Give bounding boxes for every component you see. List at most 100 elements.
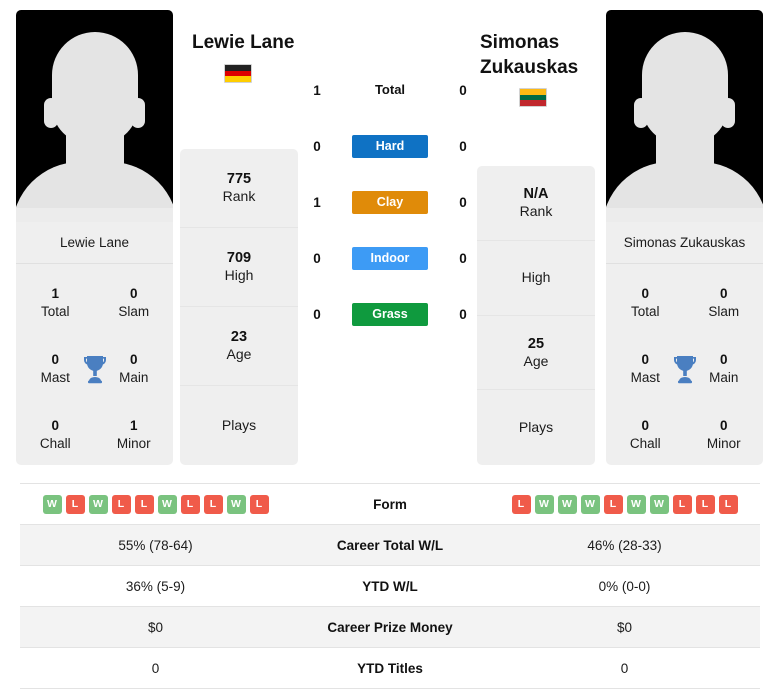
form-badge-right-0: L	[511, 494, 531, 514]
h2h-right-score: 0	[459, 306, 467, 322]
player-name-text-left: Lewie Lane	[192, 32, 295, 53]
form-badge-right-8: L	[695, 494, 715, 514]
titles-row: 1 Total 0 Slam	[16, 270, 173, 336]
info-card-left: 775 Rank 709 High 23 Age Plays	[180, 149, 298, 465]
form-badges-left: WLWLLWLLWL	[20, 494, 291, 514]
stat-label: Total	[630, 304, 660, 319]
surface-pill-clay[interactable]: Clay	[352, 190, 428, 214]
cell-right: 0	[620, 660, 629, 676]
stat-value: 1	[51, 285, 59, 301]
stat-total-left: 1 Total	[16, 285, 95, 321]
surface-pill-indoor[interactable]: Indoor	[352, 246, 428, 270]
stat-label: Minor	[116, 436, 151, 451]
h2h-row-indoor: 0 Indoor 0	[300, 230, 480, 286]
table-row-career-prize-money: $0 Career Prize Money $0	[20, 607, 760, 648]
form-badge-left-6: L	[180, 494, 200, 514]
titles-stats-right: 0 Total 0 Slam 0 Mast 0 Main 0 Chall 0 M…	[606, 264, 763, 465]
h2h-top-region: Lewie Lane 1 Total 0 Slam 0 Mast 0 Main …	[0, 0, 779, 470]
player-card-right: Simonas Zukauskas 0 Total 0 Slam 0 Mast	[606, 10, 763, 465]
info-high-right: High	[477, 241, 595, 316]
info-label: Rank	[222, 188, 256, 205]
info-card-right: N/A Rank High 25 Age Plays	[477, 166, 595, 465]
h2h-row-grass: 0 Grass 0	[300, 286, 480, 342]
trophy-icon	[83, 356, 106, 384]
row-label: YTD Titles	[357, 660, 423, 676]
info-value: 709	[226, 250, 252, 267]
cell-right: 0% (0-0)	[598, 578, 651, 594]
form-badge-left-3: L	[111, 494, 131, 514]
row-label: Career Prize Money	[327, 619, 453, 635]
info-label: Plays	[221, 416, 257, 433]
h2h-row-clay: 1 Clay 0	[300, 174, 480, 230]
stat-minor-right: 0 Minor	[685, 417, 764, 453]
info-label: Age	[523, 352, 549, 369]
player-name-text-right-line1: Simonas	[480, 32, 560, 53]
stat-chall-right: 0 Chall	[606, 417, 685, 453]
info-plays-right: Plays	[477, 390, 595, 465]
titles-row: 0 Chall 1 Minor	[16, 402, 173, 465]
form-badge-left-4: L	[134, 494, 154, 514]
player-name-left[interactable]: Lewie Lane	[192, 30, 332, 55]
titles-row: 0 Mast 0 Main	[16, 336, 173, 402]
form-badge-left-0: W	[42, 494, 62, 514]
avatar-ear-left-icon	[634, 98, 648, 128]
stat-value: 0	[641, 417, 649, 433]
trophy-icon	[673, 356, 696, 384]
stat-label: Total	[40, 304, 70, 319]
form-badge-right-4: L	[603, 494, 623, 514]
form-badge-right-5: W	[626, 494, 646, 514]
form-badge-left-1: L	[65, 494, 85, 514]
h2h-right-score: 0	[459, 194, 467, 210]
form-badge-right-2: W	[557, 494, 577, 514]
info-value: N/A	[523, 186, 549, 203]
lithuania-flag-icon	[519, 88, 547, 107]
stat-value: 1	[129, 417, 138, 433]
h2h-left-score: 0	[313, 250, 321, 266]
info-value: 25	[527, 335, 545, 352]
player-photo-left	[16, 10, 173, 222]
h2h-surface-cell: Indoor	[334, 246, 446, 270]
info-label: Age	[226, 346, 252, 363]
info-age-left: 23 Age	[180, 307, 298, 386]
h2h-surface-label: Total	[374, 82, 406, 97]
stat-value: 0	[641, 285, 649, 301]
h2h-left-score: 1	[313, 82, 321, 98]
info-label: High	[224, 267, 254, 284]
stat-value: 0	[719, 285, 728, 301]
stat-minor-left: 1 Minor	[95, 417, 174, 453]
info-label: Rank	[519, 203, 553, 220]
stat-slam-right: 0 Slam	[685, 285, 764, 321]
stat-value: 0	[719, 417, 728, 433]
h2h-surface-cell: Clay	[334, 190, 446, 214]
info-plays-left: Plays	[180, 386, 298, 465]
surface-pill-hard[interactable]: Hard	[352, 134, 428, 158]
titles-stats-left: 1 Total 0 Slam 0 Mast 0 Main 0 Chall 1 M…	[16, 264, 173, 465]
surface-pill-grass[interactable]: Grass	[352, 302, 428, 326]
form-badge-left-7: L	[203, 494, 223, 514]
info-label: Plays	[518, 418, 554, 435]
player-photo-right	[606, 10, 763, 222]
info-label: High	[521, 268, 551, 285]
info-rank-right: N/A Rank	[477, 166, 595, 241]
row-label: Career Total W/L	[336, 537, 444, 553]
cell-right: 46% (28-33)	[587, 537, 662, 553]
stat-value: 0	[129, 285, 138, 301]
stat-value: 0	[51, 417, 59, 433]
stat-slam-left: 0 Slam	[95, 285, 174, 321]
player-name-right[interactable]: Simonas Zukauskas	[480, 30, 610, 80]
info-value: 23	[230, 329, 248, 346]
form-badge-right-3: W	[580, 494, 600, 514]
h2h-right-score: 0	[459, 82, 467, 98]
stat-chall-left: 0 Chall	[16, 417, 95, 453]
h2h-row-hard: 0 Hard 0	[300, 118, 480, 174]
player-card-name-right: Simonas Zukauskas	[606, 222, 763, 264]
form-badge-right-1: W	[534, 494, 554, 514]
h2h-surface-cell: Total	[334, 81, 446, 99]
head-to-head-breakdown: 1 Total 0 0 Hard 0 1 Clay 0 0 Indoor 0 0…	[300, 62, 480, 342]
stat-label: Chall	[629, 436, 661, 451]
info-value: 775	[226, 171, 252, 188]
info-high-left: 709 High	[180, 228, 298, 307]
cell-left: 36% (5-9)	[125, 578, 186, 594]
stat-label: Minor	[706, 436, 741, 451]
stat-label: Slam	[708, 304, 740, 319]
